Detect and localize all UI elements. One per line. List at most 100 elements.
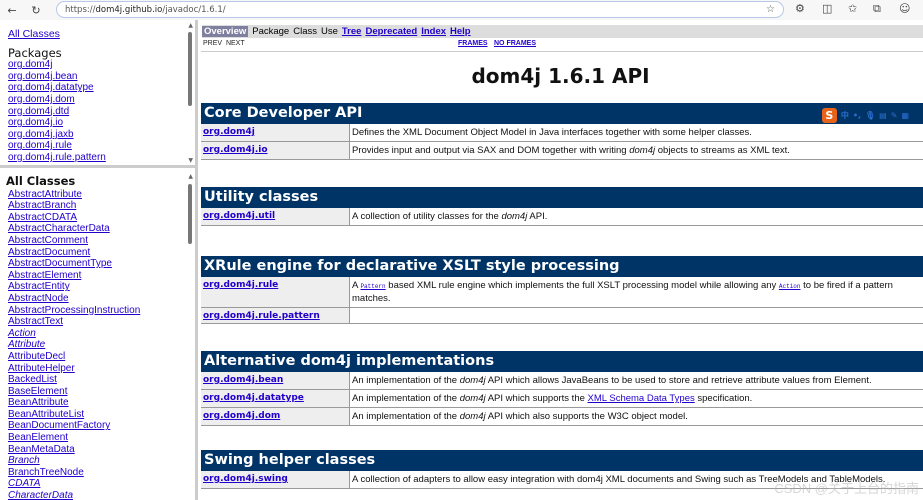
prev-label: PREV xyxy=(203,40,222,47)
class-link[interactable]: Action xyxy=(8,328,195,340)
class-link[interactable]: BeanAttribute xyxy=(8,397,195,409)
ime-lang[interactable]: 中 xyxy=(841,105,849,126)
desc-text: An implementation of the xyxy=(352,393,460,404)
ime-toolbar[interactable]: S中•,🎙▤✎▦ xyxy=(822,105,909,126)
package-link[interactable]: org.dom4j.dom xyxy=(8,94,195,106)
all-classes-link[interactable]: All Classes xyxy=(8,29,195,41)
class-link[interactable]: CharacterData xyxy=(8,490,195,500)
desc-text: dom4j xyxy=(501,211,527,222)
desc-text: An implementation of the xyxy=(352,375,460,386)
package-cell: org.dom4j.rule xyxy=(201,277,350,307)
scrollbar[interactable] xyxy=(188,184,192,244)
refresh-icon[interactable]: ↻ xyxy=(24,4,48,17)
keyboard-icon[interactable]: ▤ xyxy=(879,105,887,126)
class-link[interactable]: BeanMetaData xyxy=(8,444,195,456)
desc-text: dom4j xyxy=(460,375,486,386)
scroll-up-icon[interactable]: ▲ xyxy=(188,173,193,180)
desc-text: API which also supports the W3C object m… xyxy=(486,411,688,422)
profile-icon[interactable]: ☺ xyxy=(899,2,910,15)
class-link[interactable]: AbstractEntity xyxy=(8,281,195,293)
class-link[interactable]: AbstractBranch xyxy=(8,200,195,212)
separator xyxy=(201,51,923,52)
class-link[interactable]: AbstractProcessingInstruction xyxy=(8,305,195,317)
desc-text: API which allows JavaBeans to be used to… xyxy=(486,375,872,386)
class-link[interactable]: BranchTreeNode xyxy=(8,467,195,479)
class-link[interactable]: AbstractAttribute xyxy=(8,189,195,201)
section-header: Swing helper classes xyxy=(201,450,923,471)
class-link[interactable]: BeanDocumentFactory xyxy=(8,420,195,432)
scroll-up-icon[interactable]: ▲ xyxy=(188,22,193,29)
nav-overview: Overview xyxy=(202,26,248,37)
package-link[interactable]: org.dom4j.jaxb xyxy=(8,129,195,141)
favorites-icon[interactable]: ✩ xyxy=(848,2,857,15)
class-link[interactable]: AbstractElement xyxy=(8,270,195,282)
nav-bar: Overview Package Class Use Tree Deprecat… xyxy=(202,25,923,38)
package-link[interactable]: org.dom4j.io xyxy=(203,145,268,155)
class-link[interactable]: AttributeDecl xyxy=(8,351,195,363)
address-bar[interactable]: https://dom4j.github.io/javadoc/1.6.1/☆ xyxy=(56,1,784,18)
class-link[interactable]: BaseElement xyxy=(8,386,195,398)
scrollbar[interactable] xyxy=(188,32,192,106)
class-link[interactable]: AbstractCharacterData xyxy=(8,223,195,235)
desc-text: dom4j xyxy=(460,393,486,404)
package-link[interactable]: org.dom4j xyxy=(8,59,195,71)
doc-link[interactable]: Pattern xyxy=(360,283,385,290)
star-icon[interactable]: ☆ xyxy=(766,4,775,15)
package-link[interactable]: org.dom4j.rule.pattern xyxy=(8,152,195,164)
class-link[interactable]: AbstractText xyxy=(8,316,195,328)
package-link[interactable]: org.dom4j.bean xyxy=(8,71,195,83)
collections-icon[interactable]: ⧉ xyxy=(873,2,881,16)
nav-index[interactable]: Index xyxy=(421,26,446,37)
package-link[interactable]: org.dom4j.datatype xyxy=(8,82,195,94)
class-link[interactable]: AbstractDocument xyxy=(8,247,195,259)
doc-link[interactable]: Action xyxy=(779,283,801,290)
no-frames-link[interactable]: NO FRAMES xyxy=(494,40,536,47)
package-description: A collection of utility classes for the … xyxy=(350,208,923,225)
desc-text: specification. xyxy=(695,393,753,404)
class-link[interactable]: BeanElement xyxy=(8,432,195,444)
skin-icon[interactable]: ✎ xyxy=(891,105,898,126)
nav-help[interactable]: Help xyxy=(450,26,471,37)
package-link[interactable]: org.dom4j.dtd xyxy=(8,106,195,118)
class-link[interactable]: CDATA xyxy=(8,478,195,490)
doc-link[interactable]: XML Schema Data Types xyxy=(588,393,695,404)
package-link[interactable]: org.dom4j.rule.pattern xyxy=(203,311,320,321)
class-link[interactable]: AbstractNode xyxy=(8,293,195,305)
packages-heading: Packages xyxy=(8,48,195,60)
package-link[interactable]: org.dom4j.bean xyxy=(203,375,283,385)
class-link[interactable]: AbstractCDATA xyxy=(8,212,195,224)
package-link[interactable]: org.dom4j.dom xyxy=(203,411,280,421)
package-description: Defines the XML Document Object Model in… xyxy=(350,124,923,141)
back-icon[interactable]: ← xyxy=(0,4,24,17)
mic-icon[interactable]: 🎙 xyxy=(865,105,875,126)
extensions-icon[interactable]: ⚙ xyxy=(795,2,805,15)
frames-link[interactable]: FRAMES xyxy=(458,40,488,47)
package-link[interactable]: org.dom4j.rule xyxy=(8,140,195,152)
nav-tree[interactable]: Tree xyxy=(342,26,362,37)
package-link[interactable]: org.dom4j.util xyxy=(203,211,275,221)
punct-icon[interactable]: •, xyxy=(853,105,861,126)
class-link[interactable]: AbstractDocumentType xyxy=(8,258,195,270)
split-screen-icon[interactable]: ◫ xyxy=(822,2,832,15)
ime-logo[interactable]: S xyxy=(822,108,837,123)
class-link[interactable]: Attribute xyxy=(8,339,195,351)
package-link[interactable]: org.dom4j.datatype xyxy=(203,393,304,403)
class-link[interactable]: BeanAttributeList xyxy=(8,409,195,421)
package-link[interactable]: org.dom4j.swing xyxy=(203,474,288,484)
nav-package: Package xyxy=(252,26,289,37)
package-link[interactable]: org.dom4j.rule xyxy=(203,280,278,290)
grid-icon[interactable]: ▦ xyxy=(901,105,909,126)
package-description: An implementation of the dom4j API which… xyxy=(350,372,923,389)
class-link[interactable]: AttributeHelper xyxy=(8,363,195,375)
section-title: Swing helper classes xyxy=(204,452,375,468)
scroll-down-icon[interactable]: ▼ xyxy=(188,157,193,164)
classes-frame: All Classes AbstractAttributeAbstractBra… xyxy=(0,171,195,500)
class-link[interactable]: BackedList xyxy=(8,374,195,386)
class-link[interactable]: Branch xyxy=(8,455,195,467)
class-link[interactable]: AbstractComment xyxy=(8,235,195,247)
package-link[interactable]: org.dom4j.io xyxy=(8,117,195,129)
package-link[interactable]: org.dom4j xyxy=(203,127,255,137)
section-title: Utility classes xyxy=(204,189,318,205)
nav-deprecated[interactable]: Deprecated xyxy=(365,26,417,37)
desc-text: dom4j xyxy=(460,411,486,422)
